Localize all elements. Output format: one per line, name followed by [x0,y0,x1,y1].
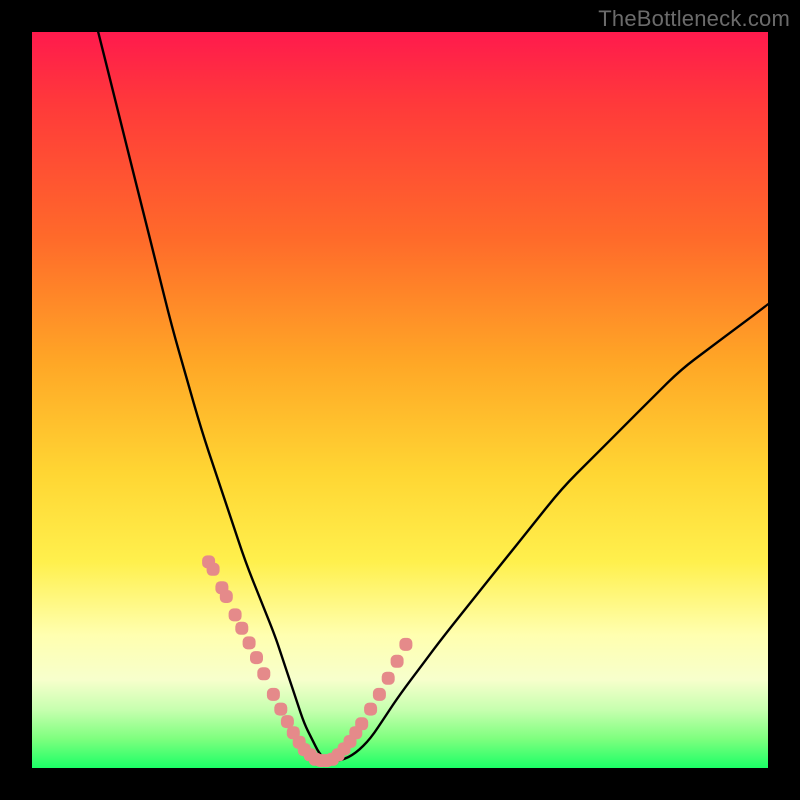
marker-dot [267,688,280,701]
marker-dot [243,636,256,649]
marker-dot [382,672,395,685]
marker-dot [229,608,242,621]
marker-dot [391,655,404,668]
outer-frame: TheBottleneck.com [0,0,800,800]
marker-dot [235,622,248,635]
marker-dot [257,667,270,680]
bottleneck-curve [98,32,768,761]
marker-dot [207,563,220,576]
marker-dot [355,717,368,730]
watermark-text: TheBottleneck.com [598,6,790,32]
plot-area [32,32,768,768]
marker-dot [399,638,412,651]
marker-dot [373,688,386,701]
marker-dot [274,703,287,716]
marker-dot [220,590,233,603]
chart-svg [32,32,768,768]
marker-dot [364,703,377,716]
marker-dot [281,715,294,728]
marker-dot [250,651,263,664]
highlight-markers [202,555,412,767]
